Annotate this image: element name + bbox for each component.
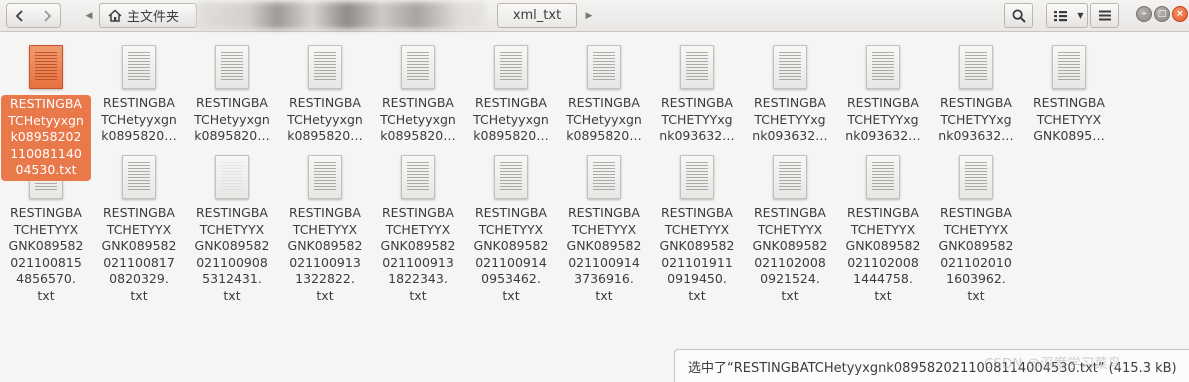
text-file-icon — [773, 155, 807, 199]
text-file-icon — [401, 45, 435, 89]
home-icon — [108, 9, 122, 22]
file-item[interactable]: RESTINGBA TCHETYYX GNK089582 021102010 1… — [931, 155, 1021, 305]
file-item[interactable]: RESTINGBA TCHETYYX GNK089582 021100817 0… — [94, 155, 184, 305]
search-icon — [1012, 9, 1026, 23]
text-file-icon — [494, 45, 528, 89]
text-file-icon — [959, 45, 993, 89]
status-text: 选中了“RESTINGBATCHetyyxgnk0895820211008114… — [688, 360, 1177, 376]
current-folder-label: xml_txt — [512, 8, 562, 23]
minimize-button[interactable]: – — [1136, 6, 1152, 22]
file-name-label: RESTINGBA TCHETYYX GNK089582 021100913 1… — [287, 205, 363, 303]
file-grid: RESTINGBA TCHetyyxgn k08958202 110081140… — [0, 33, 1189, 382]
header-bar: ◀ 主文件夹 xml_txt ▶ ▼ – □ × — [0, 0, 1189, 32]
file-name-label: RESTINGBA TCHetyyxgn k0895820… — [380, 95, 456, 144]
view-toggle-button[interactable] — [1046, 3, 1075, 28]
file-name-label: RESTINGBA TCHETYYxg nk093632… — [752, 95, 828, 144]
file-item[interactable]: RESTINGBA TCHETYYX GNK089582 021100913 1… — [280, 155, 370, 305]
file-item[interactable]: RESTINGBA TCHetyyxgn k0895820… — [94, 45, 184, 145]
file-name-label: RESTINGBA TCHETYYX GNK089582 021102008 0… — [752, 205, 828, 303]
file-item[interactable]: RESTINGBA TCHETYYxg nk093632… — [838, 45, 928, 145]
text-file-icon — [587, 45, 621, 89]
text-file-icon — [587, 155, 621, 199]
file-name-label: RESTINGBA TCHETYYX GNK089582 021100908 5… — [194, 205, 270, 303]
file-item[interactable]: RESTINGBA TCHETYYxg nk093632… — [745, 45, 835, 145]
text-file-icon — [680, 45, 714, 89]
close-icon: × — [1176, 9, 1184, 19]
maximize-button[interactable]: □ — [1154, 6, 1170, 22]
file-item[interactable]: RESTINGBA TCHETYYX GNK089582 021100908 5… — [187, 155, 277, 305]
file-item[interactable]: RESTINGBA TCHetyyxgn k0895820… — [559, 45, 649, 145]
file-item[interactable]: RESTINGBA TCHETYYxg nk093632… — [652, 45, 742, 145]
file-name-label: RESTINGBA TCHetyyxgn k0895820… — [566, 95, 642, 144]
forward-button[interactable] — [33, 3, 61, 28]
file-item[interactable]: RESTINGBA TCHETYYX GNK089582 021100913 1… — [373, 155, 463, 305]
file-item[interactable]: RESTINGBA TCHETYYX GNK089582 021100914 3… — [559, 155, 649, 305]
grid-view-icon — [1054, 10, 1067, 21]
text-file-icon — [308, 45, 342, 89]
file-item[interactable]: RESTINGBA TCHETYYX GNK089582 021101911 0… — [652, 155, 742, 305]
file-name-label: RESTINGBA TCHETYYxg nk093632… — [659, 95, 735, 144]
text-file-icon — [122, 155, 156, 199]
file-name-label: RESTINGBA TCHetyyxgn k0895820… — [287, 95, 363, 144]
minimize-icon: – — [1141, 9, 1147, 19]
breadcrumb-scroll-left[interactable]: ◀ — [80, 3, 98, 28]
file-name-label: RESTINGBA TCHETYYX GNK089582 021100914 3… — [566, 205, 642, 303]
file-name-label: RESTINGBA TCHETYYX GNK089582 021102010 1… — [938, 205, 1014, 303]
file-item[interactable]: RESTINGBA TCHetyyxgn k0895820… — [187, 45, 277, 145]
back-button[interactable] — [6, 3, 34, 28]
hamburger-menu-icon — [1098, 10, 1111, 21]
file-item[interactable]: RESTINGBA TCHetyyxgn k0895820… — [466, 45, 556, 145]
file-name-label: RESTINGBA TCHETYYX GNK089582 021102008 1… — [845, 205, 921, 303]
close-button[interactable]: × — [1172, 6, 1188, 22]
text-file-icon — [401, 155, 435, 199]
text-file-icon — [215, 155, 249, 199]
text-file-icon — [773, 45, 807, 89]
file-name-label: RESTINGBA TCHETYYxg nk093632… — [938, 95, 1014, 144]
chevron-right-icon — [43, 9, 51, 22]
text-file-icon — [215, 45, 249, 89]
maximize-icon: □ — [1157, 9, 1167, 19]
file-name-label: RESTINGBA TCHETYYX GNK089582 021100817 0… — [101, 205, 177, 303]
file-name-label: RESTINGBA TCHETYYX GNK089582 021100914 0… — [473, 205, 549, 303]
breadcrumb-scroll-right[interactable]: ▶ — [582, 3, 596, 28]
menu-button[interactable] — [1090, 3, 1119, 28]
file-item[interactable]: RESTINGBA TCHETYYxg nk093632… — [931, 45, 1021, 145]
text-file-icon — [122, 45, 156, 89]
file-name-label: RESTINGBA TCHetyyxgn k0895820… — [473, 95, 549, 144]
file-name-label: RESTINGBA TCHetyyxgn k08958202 110081140… — [1, 95, 91, 181]
file-name-label: RESTINGBA TCHETYYX GNK0895… — [1032, 95, 1105, 144]
view-options-dropdown[interactable]: ▼ — [1074, 3, 1088, 28]
file-item[interactable]: RESTINGBA TCHETYYX GNK089582 021100914 0… — [466, 155, 556, 305]
status-bar: 选中了“RESTINGBATCHetyyxgnk0895820211008114… — [674, 349, 1189, 382]
file-name-label: RESTINGBA TCHETYYX GNK089582 021101911 0… — [659, 205, 735, 303]
text-file-icon — [959, 155, 993, 199]
breadcrumb-current-folder[interactable]: xml_txt — [497, 3, 577, 28]
chevron-down-icon: ▼ — [1077, 11, 1084, 20]
file-name-label: RESTINGBA TCHETYYX GNK089582 021100815 4… — [8, 205, 84, 303]
chevron-left-icon — [15, 9, 23, 22]
text-file-icon — [680, 155, 714, 199]
breadcrumb-home[interactable]: 主文件夹 — [99, 3, 197, 28]
file-name-label: RESTINGBA TCHETYYxg nk093632… — [845, 95, 921, 144]
file-name-label: RESTINGBA TCHETYYX GNK089582 021100913 1… — [380, 205, 456, 303]
text-file-icon — [866, 45, 900, 89]
file-item[interactable]: RESTINGBA TCHetyyxgn k0895820… — [373, 45, 463, 145]
text-file-icon — [866, 155, 900, 199]
text-file-icon — [1052, 45, 1086, 89]
file-item[interactable]: RESTINGBA TCHETYYX GNK089582 021102008 0… — [745, 155, 835, 305]
file-name-label: RESTINGBA TCHetyyxgn k0895820… — [101, 95, 177, 144]
file-name-label: RESTINGBA TCHetyyxgn k0895820… — [194, 95, 270, 144]
file-item[interactable]: RESTINGBA TCHETYYX GNK089582 021102008 1… — [838, 155, 928, 305]
text-file-icon — [494, 155, 528, 199]
file-item[interactable]: RESTINGBA TCHETYYX GNK0895… — [1024, 45, 1114, 145]
text-file-icon — [29, 45, 63, 89]
search-button[interactable] — [1004, 3, 1033, 28]
breadcrumb-home-label: 主文件夹 — [127, 10, 180, 25]
text-file-icon — [308, 155, 342, 199]
file-item[interactable]: RESTINGBA TCHetyyxgn k08958202 110081140… — [1, 45, 91, 181]
breadcrumb-redacted — [196, 2, 486, 29]
file-item[interactable]: RESTINGBA TCHetyyxgn k0895820… — [280, 45, 370, 145]
